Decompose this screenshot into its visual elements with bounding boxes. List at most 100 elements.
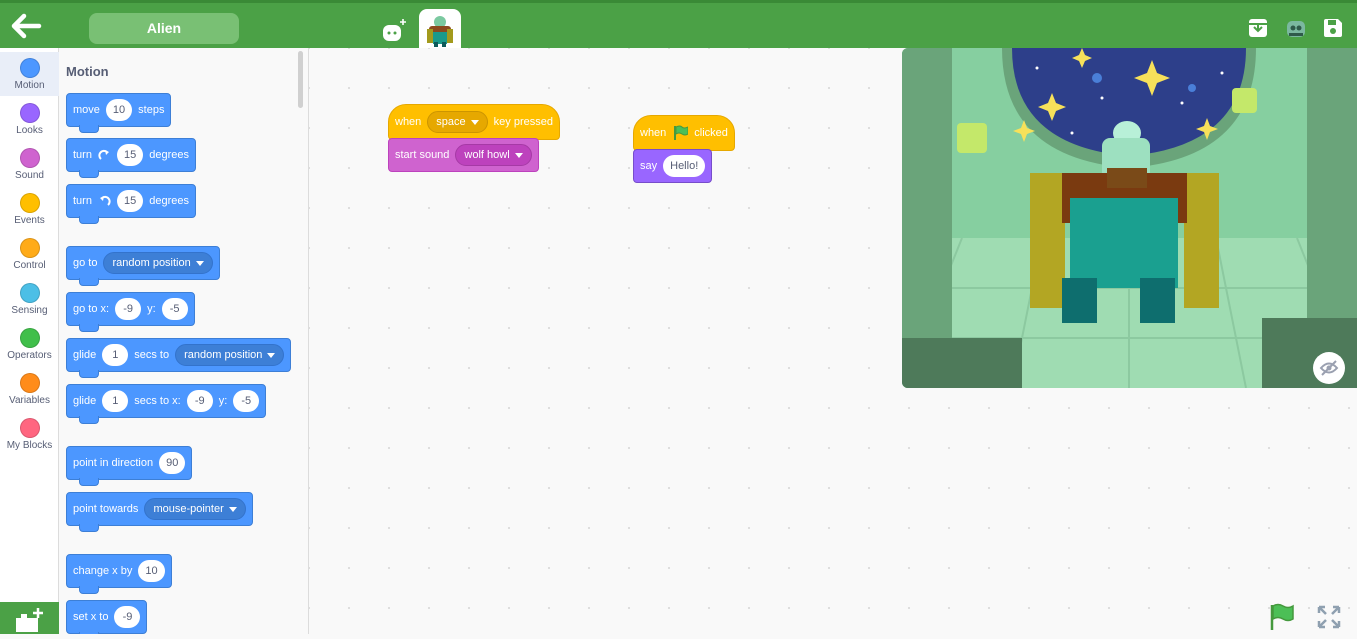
point-in-direction-block[interactable]: point in direction 90 bbox=[66, 446, 193, 486]
block-text: glide bbox=[73, 349, 97, 361]
menu-bar: Alien bbox=[0, 0, 1357, 51]
save-icon[interactable] bbox=[1322, 17, 1344, 39]
say-block[interactable]: say Hello! bbox=[633, 149, 713, 183]
green-flag-run-icon[interactable] bbox=[1268, 603, 1296, 631]
degrees-input[interactable]: 15 bbox=[116, 144, 144, 166]
turn-left-block[interactable]: turn 15 degrees bbox=[66, 184, 196, 224]
save-to-computer-icon[interactable] bbox=[1247, 17, 1269, 39]
category-label: Operators bbox=[7, 350, 52, 361]
operators-color-dot bbox=[19, 328, 40, 348]
key-dropdown[interactable]: space bbox=[427, 111, 488, 133]
category-variables[interactable]: Variables bbox=[0, 367, 59, 411]
my-blocks-color-dot bbox=[19, 418, 40, 438]
point-towards-block[interactable]: point towards mouse-pointer bbox=[66, 492, 253, 532]
steps-input[interactable]: 10 bbox=[105, 99, 133, 121]
category-operators[interactable]: Operators bbox=[0, 322, 59, 366]
category-label: My Blocks bbox=[6, 440, 53, 451]
sound-color-dot bbox=[19, 148, 40, 168]
block-text: steps bbox=[138, 104, 165, 116]
block-text: y: bbox=[147, 303, 156, 315]
category-menu: Motion Looks Sound Events Control Sensin… bbox=[0, 48, 59, 634]
category-control[interactable]: Control bbox=[0, 232, 59, 276]
fullscreen-icon[interactable] bbox=[1317, 605, 1341, 629]
set-x-block[interactable]: set x to -9 bbox=[66, 600, 148, 634]
extension-icon bbox=[16, 608, 43, 632]
caret-down-icon bbox=[267, 352, 276, 358]
block-text: set x to bbox=[73, 611, 109, 623]
y-input[interactable]: -5 bbox=[161, 298, 188, 320]
costume-tab[interactable] bbox=[419, 9, 461, 51]
caret-down-icon bbox=[195, 260, 204, 266]
category-label: Motion bbox=[14, 80, 45, 91]
glide-to-xy-block[interactable]: glide 1 secs to x: -9 y: -5 bbox=[66, 384, 267, 424]
secs-input[interactable]: 1 bbox=[102, 344, 129, 366]
add-extension-button[interactable] bbox=[0, 602, 59, 634]
sprite-avatar-icon[interactable] bbox=[1284, 17, 1308, 39]
eye-off-icon bbox=[1319, 360, 1339, 376]
glide-to-dropdown[interactable]: random position bbox=[175, 344, 285, 366]
degrees-input[interactable]: 15 bbox=[116, 190, 144, 212]
back-arrow-icon[interactable] bbox=[10, 13, 42, 39]
glide-to-block[interactable]: glide 1 secs to random position bbox=[66, 338, 292, 378]
category-sensing[interactable]: Sensing bbox=[0, 277, 59, 321]
block-text: point in direction bbox=[73, 457, 154, 469]
sprite-name-field[interactable]: Alien bbox=[89, 13, 239, 44]
block-text: turn bbox=[73, 195, 92, 207]
sensing-color-dot bbox=[19, 283, 40, 303]
block-text: glide bbox=[73, 395, 97, 407]
caret-down-icon bbox=[514, 152, 523, 158]
set-x-input[interactable]: -9 bbox=[114, 606, 141, 628]
stage[interactable] bbox=[902, 48, 1357, 388]
say-input[interactable]: Hello! bbox=[663, 155, 706, 177]
block-text: change x by bbox=[73, 565, 133, 577]
y-input[interactable]: -5 bbox=[233, 390, 260, 412]
block-text: degrees bbox=[149, 149, 189, 161]
hide-stage-button[interactable] bbox=[1313, 352, 1345, 384]
category-label: Sensing bbox=[11, 305, 48, 316]
change-x-input[interactable]: 10 bbox=[138, 560, 165, 582]
block-palette: Motion move 10 steps turn 15 degrees tur… bbox=[59, 48, 309, 634]
turn-right-block[interactable]: turn 15 degrees bbox=[66, 138, 196, 178]
category-my-blocks[interactable]: My Blocks bbox=[0, 412, 59, 456]
sound-dropdown[interactable]: wolf howl bbox=[455, 144, 532, 166]
point-towards-dropdown[interactable]: mouse-pointer bbox=[144, 498, 246, 520]
category-motion[interactable]: Motion bbox=[0, 52, 59, 96]
category-sound[interactable]: Sound bbox=[0, 142, 59, 186]
dropdown-value: mouse-pointer bbox=[153, 503, 224, 515]
block-text: degrees bbox=[149, 195, 189, 207]
when-flag-clicked-block[interactable]: when clicked bbox=[633, 115, 735, 151]
block-text: say bbox=[640, 160, 658, 172]
block-text: key pressed bbox=[493, 116, 553, 128]
category-label: Control bbox=[13, 260, 46, 271]
go-to-xy-block[interactable]: go to x: -9 y: -5 bbox=[66, 292, 195, 332]
go-to-dropdown[interactable]: random position bbox=[103, 252, 213, 274]
block-text: clicked bbox=[694, 127, 728, 139]
green-flag-icon bbox=[674, 125, 689, 140]
go-to-block[interactable]: go to random position bbox=[66, 246, 220, 286]
change-x-block[interactable]: change x by 10 bbox=[66, 554, 172, 594]
category-looks[interactable]: Looks bbox=[0, 97, 59, 141]
dropdown-value: wolf howl bbox=[464, 149, 510, 161]
x-input[interactable]: -9 bbox=[115, 298, 142, 320]
dropdown-value: random position bbox=[184, 349, 263, 361]
block-text: go to x: bbox=[73, 303, 110, 315]
secs-input[interactable]: 1 bbox=[102, 390, 129, 412]
variables-color-dot bbox=[19, 373, 40, 393]
category-events[interactable]: Events bbox=[0, 187, 59, 231]
dropdown-value: random position bbox=[112, 257, 191, 269]
alien-sprite-thumbnail-icon bbox=[427, 16, 453, 47]
x-input[interactable]: -9 bbox=[186, 390, 213, 412]
palette-section-title: Motion bbox=[66, 64, 109, 79]
category-label: Sound bbox=[15, 170, 44, 181]
direction-input[interactable]: 90 bbox=[159, 452, 186, 474]
code-tab-icon[interactable] bbox=[375, 11, 413, 49]
start-sound-block[interactable]: start sound wolf howl bbox=[388, 138, 539, 172]
control-color-dot bbox=[19, 238, 40, 258]
category-label: Looks bbox=[16, 125, 43, 136]
when-key-pressed-block[interactable]: when space key pressed bbox=[388, 104, 560, 140]
palette-scrollbar[interactable] bbox=[298, 51, 303, 108]
caret-down-icon bbox=[470, 119, 479, 125]
block-text: y: bbox=[218, 395, 228, 407]
move-steps-block[interactable]: move 10 steps bbox=[66, 93, 172, 133]
motion-color-dot bbox=[19, 58, 40, 78]
